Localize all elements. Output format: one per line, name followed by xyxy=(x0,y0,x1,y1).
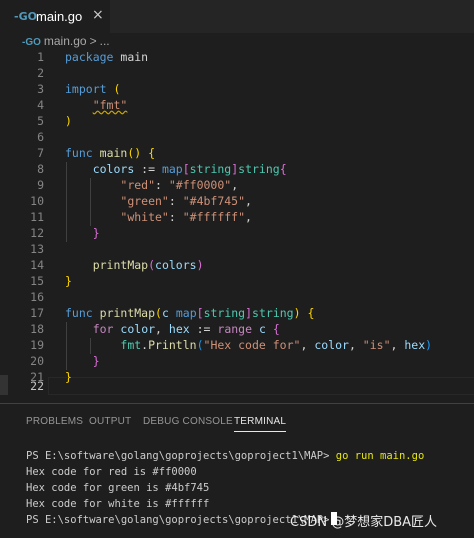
line-number: 15 xyxy=(30,274,44,288)
watermark: CSDN @梦想家DBA匠人 xyxy=(290,515,438,530)
line-number: 4 xyxy=(37,98,44,112)
line-number: 14 xyxy=(30,258,44,272)
panel-tabs: PROBLEMS OUTPUT DEBUG CONSOLE TERMINAL xyxy=(0,404,474,434)
tab-title: main.go xyxy=(36,9,83,24)
code-text: "white": "#ffffff", xyxy=(120,210,252,224)
tab-output[interactable]: OUTPUT xyxy=(89,416,131,427)
go-file-icon: -GO xyxy=(22,37,41,48)
line-number: 8 xyxy=(37,162,44,176)
breadcrumb-file[interactable]: main.go xyxy=(44,34,87,48)
line-number: 12 xyxy=(30,226,44,240)
terminal-command: go run main.go xyxy=(335,450,425,462)
tab-bar: -GO main.go × xyxy=(0,0,474,33)
line-number: 3 xyxy=(37,82,44,96)
current-line-highlight xyxy=(48,377,474,395)
line-number: 16 xyxy=(30,290,44,304)
line-number: 5 xyxy=(37,114,44,128)
terminal-line: Hex code for white is #ffffff xyxy=(26,498,210,510)
line-number: 7 xyxy=(37,146,44,160)
code-text: } xyxy=(65,370,72,384)
terminal-prompt: PS E:\software\golang\goprojects\goproje… xyxy=(26,514,330,526)
code-text: printMap(colors) xyxy=(92,258,204,272)
line-number: 18 xyxy=(30,322,44,336)
breadcrumb-more[interactable]: ... xyxy=(100,34,110,48)
go-file-icon: -GO xyxy=(14,10,37,23)
line-number: 13 xyxy=(30,242,44,256)
code-text: "green": "#4bf745", xyxy=(120,194,252,208)
terminal-line: Hex code for green is #4bf745 xyxy=(26,482,210,494)
code-text: func printMap(c map[string]string) { xyxy=(65,306,315,320)
line-number: 20 xyxy=(30,354,44,368)
line-number: 17 xyxy=(30,306,44,320)
code-text: } xyxy=(65,274,72,288)
code-text: ) xyxy=(65,114,72,128)
code-text: func main() { xyxy=(65,146,156,160)
current-line-marker xyxy=(0,375,8,395)
code-text: "fmt" xyxy=(92,98,128,112)
code-text: colors := map[string]string{ xyxy=(92,162,287,176)
code-text: package main xyxy=(65,50,149,64)
line-number: 22 xyxy=(30,379,44,393)
code-text: import ( xyxy=(65,82,121,96)
line-number: 19 xyxy=(30,338,44,352)
line-number: 11 xyxy=(30,210,44,224)
tab-debug-console[interactable]: DEBUG CONSOLE xyxy=(143,416,233,427)
terminal-prompt: PS E:\software\golang\goprojects\goproje… xyxy=(26,450,330,462)
code-text: fmt.Println("Hex code for", color, "is",… xyxy=(120,338,433,352)
code-text: } xyxy=(92,226,100,240)
tab-problems[interactable]: PROBLEMS xyxy=(26,416,83,427)
code-text: } xyxy=(92,354,100,368)
line-number: 6 xyxy=(37,130,44,144)
tab-terminal[interactable]: TERMINAL xyxy=(234,416,287,432)
close-icon[interactable]: × xyxy=(92,7,104,23)
code-text: for color, hex := range c { xyxy=(92,322,280,336)
line-number: 2 xyxy=(37,66,44,80)
code-text: "red": "#ff0000", xyxy=(120,178,239,192)
tab-main-go[interactable]: -GO main.go × xyxy=(0,0,110,33)
line-number: 1 xyxy=(37,50,44,64)
breadcrumb-separator: > xyxy=(89,34,97,48)
line-number: 9 xyxy=(37,178,44,192)
terminal-line: Hex code for red is #ff0000 xyxy=(26,466,197,478)
line-number: 10 xyxy=(30,194,44,208)
